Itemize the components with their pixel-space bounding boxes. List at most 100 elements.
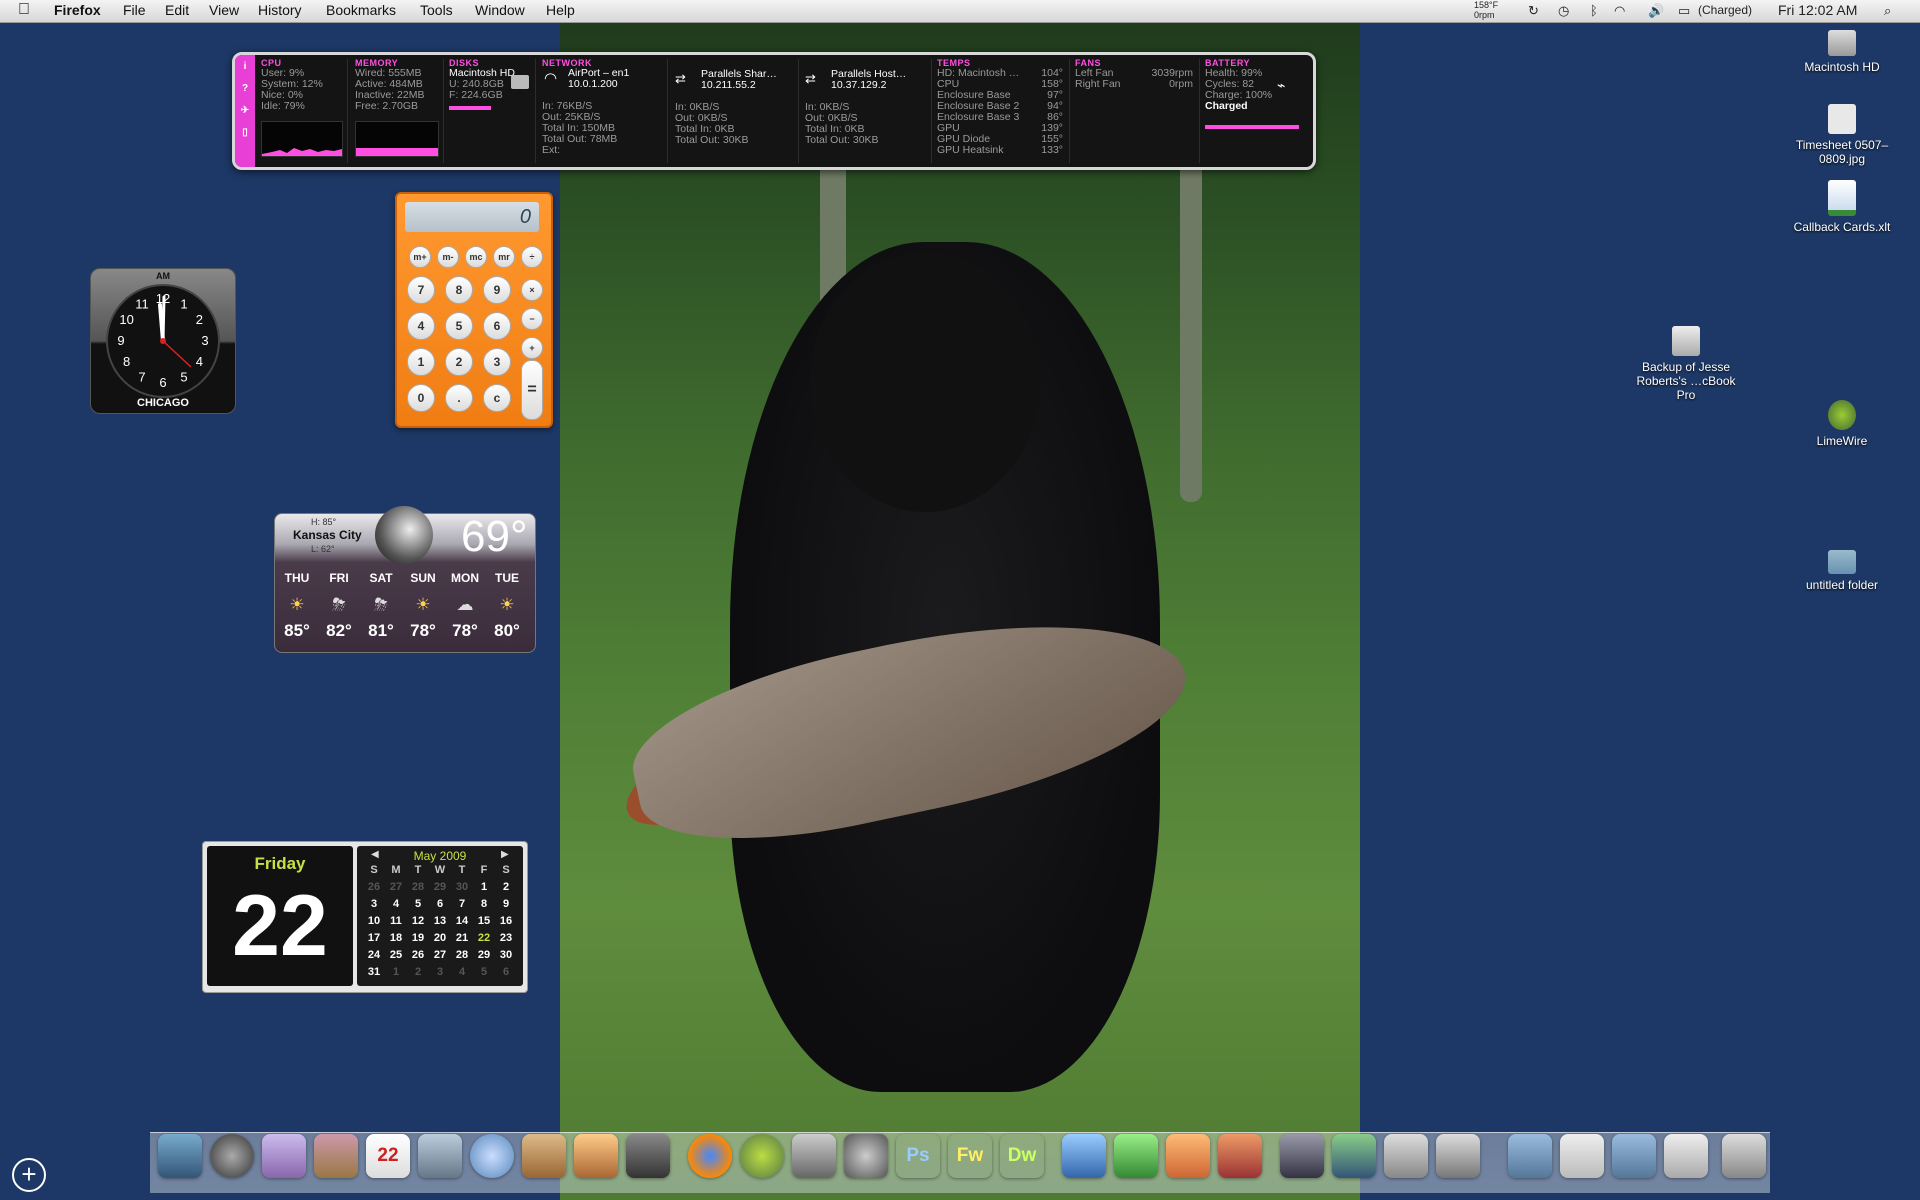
apple-menu-icon[interactable]:  xyxy=(18,1,30,19)
calendar-date[interactable]: 1 xyxy=(385,966,407,978)
menu-help[interactable]: Help xyxy=(546,2,575,18)
key-2[interactable]: 2 xyxy=(445,348,473,376)
istat-tabs[interactable]: i ? ✈ ▯ xyxy=(235,55,255,167)
menu-history[interactable]: History xyxy=(258,2,302,18)
dock-dreamweaver-icon[interactable]: Dw xyxy=(1000,1134,1044,1178)
calendar-date[interactable]: 5 xyxy=(407,898,429,910)
dock-preview-icon[interactable] xyxy=(418,1134,462,1178)
calendar-date[interactable]: 5 xyxy=(473,966,495,978)
desktop-icon-macintosh-hd[interactable]: Macintosh HD xyxy=(1782,30,1902,74)
wifi-icon[interactable]: ◠ xyxy=(1614,3,1625,19)
key-1[interactable]: 1 xyxy=(407,348,435,376)
calendar-date[interactable]: 29 xyxy=(473,949,495,961)
desktop-icon-callback-cards[interactable]: Callback Cards.xlt xyxy=(1782,180,1902,234)
key-4[interactable]: 4 xyxy=(407,312,435,340)
dock-address-book-icon[interactable] xyxy=(314,1134,358,1178)
calendar-date[interactable]: 4 xyxy=(385,898,407,910)
calendar-date[interactable]: 15 xyxy=(473,915,495,927)
next-month-icon[interactable]: ▶ xyxy=(501,849,509,860)
calendar-date[interactable]: 2 xyxy=(495,881,517,893)
menu-bookmarks[interactable]: Bookmarks xyxy=(326,2,396,18)
menu-edit[interactable]: Edit xyxy=(165,2,189,18)
dock-dashboard-icon[interactable] xyxy=(210,1134,254,1178)
key-divide[interactable]: ÷ xyxy=(521,246,543,268)
dock-finder-icon[interactable] xyxy=(158,1134,202,1178)
calendar-date[interactable]: 26 xyxy=(363,881,385,893)
key-m-plus[interactable]: m+ xyxy=(409,246,431,268)
sync-icon[interactable]: ↻ xyxy=(1528,3,1539,19)
dock-entourage-icon[interactable] xyxy=(262,1134,306,1178)
calendar-date[interactable]: 3 xyxy=(363,898,385,910)
calendar-month-panel[interactable]: ◀ May 2009 ▶ S M T W T F S 26 27 28 29 30 1 2 3 4 5 6 7 8 9 1… xyxy=(357,846,523,986)
dock-itunes-icon[interactable] xyxy=(470,1134,514,1178)
dock-word-icon[interactable] xyxy=(1062,1134,1106,1178)
calendar-date[interactable]: 23 xyxy=(495,932,517,944)
key-minus[interactable]: − xyxy=(521,308,543,330)
istat-widget[interactable]: i ? ✈ ▯ CPU User: 9% System: 12% Nice: 0… xyxy=(232,52,1316,170)
dock-trash-icon[interactable] xyxy=(1722,1134,1766,1178)
bluetooth-icon[interactable]: ᛒ xyxy=(1590,3,1598,18)
key-5[interactable]: 5 xyxy=(445,312,473,340)
calendar-date[interactable]: 27 xyxy=(385,881,407,893)
istat-menu-temp[interactable]: 158°F 0rpm xyxy=(1474,0,1498,20)
dock-spaces-icon[interactable] xyxy=(792,1134,836,1178)
dock-iphoto-icon[interactable] xyxy=(522,1134,566,1178)
key-multiply[interactable]: × xyxy=(521,279,543,301)
time-machine-icon[interactable]: ◷ xyxy=(1558,3,1569,19)
menu-tools[interactable]: Tools xyxy=(420,2,453,18)
calendar-date[interactable]: 14 xyxy=(451,915,473,927)
calendar-date[interactable]: 27 xyxy=(429,949,451,961)
desktop-icon-backup[interactable]: Backup of Jesse Roberts's …cBook Pro xyxy=(1626,326,1746,402)
battery-icon[interactable]: ▭ xyxy=(1678,3,1690,19)
dock-downloads-stack-icon[interactable] xyxy=(1664,1134,1708,1178)
key-equals[interactable]: = xyxy=(521,360,543,420)
calendar-widget[interactable]: Friday 22 ◀ May 2009 ▶ S M T W T F S 26 27 28 29 30… xyxy=(202,841,528,993)
desktop-icon-limewire[interactable]: LimeWire xyxy=(1782,400,1902,448)
key-8[interactable]: 8 xyxy=(445,276,473,304)
dock-applications-folder-icon[interactable] xyxy=(1508,1134,1552,1178)
dock-limewire-icon[interactable] xyxy=(740,1134,784,1178)
dock-powerpoint-icon[interactable] xyxy=(1166,1134,1210,1178)
dock-system-preferences-icon[interactable] xyxy=(844,1134,888,1178)
key-mc[interactable]: mc xyxy=(465,246,487,268)
dock-fireworks-icon[interactable]: Fw xyxy=(948,1134,992,1178)
menubar-clock[interactable]: Fri 12:02 AM xyxy=(1778,2,1857,18)
key-m-minus[interactable]: m- xyxy=(437,246,459,268)
dock-photoshop-icon[interactable]: Ps xyxy=(896,1134,940,1178)
dock-grapher-icon[interactable] xyxy=(1332,1134,1376,1178)
dock-script-editor-icon[interactable] xyxy=(1280,1134,1324,1178)
dock-firefox-icon[interactable] xyxy=(688,1134,732,1178)
calendar-date[interactable]: 18 xyxy=(385,932,407,944)
calendar-date[interactable]: 22 xyxy=(473,932,495,944)
add-widget-button[interactable]: + xyxy=(12,1158,46,1192)
dock-document-stack-icon[interactable] xyxy=(1560,1134,1604,1178)
dock-keynote-icon[interactable] xyxy=(1218,1134,1262,1178)
key-clear[interactable]: c xyxy=(483,384,511,412)
help-icon[interactable]: ? xyxy=(235,83,255,99)
calendar-date[interactable]: 1 xyxy=(473,881,495,893)
dock-scanner-icon[interactable] xyxy=(1436,1134,1480,1178)
calendar-day-panel[interactable]: Friday 22 xyxy=(207,846,353,986)
dock-ical-icon[interactable]: 22 xyxy=(366,1134,410,1178)
calendar-date[interactable]: 8 xyxy=(473,898,495,910)
calendar-date[interactable]: 24 xyxy=(363,949,385,961)
calendar-date[interactable]: 25 xyxy=(385,949,407,961)
calendar-date[interactable]: 30 xyxy=(495,949,517,961)
calendar-date[interactable]: 6 xyxy=(495,966,517,978)
calendar-date[interactable]: 30 xyxy=(451,881,473,893)
menu-view[interactable]: View xyxy=(209,2,239,18)
calendar-date[interactable]: 19 xyxy=(407,932,429,944)
volume-icon[interactable]: 🔊 xyxy=(1648,3,1664,19)
key-0[interactable]: 0 xyxy=(407,384,435,412)
desktop-icon-timesheet[interactable]: Timesheet 0507–0809.jpg xyxy=(1782,104,1902,166)
calendar-date[interactable]: 2 xyxy=(407,966,429,978)
calculator-widget[interactable]: 0 m+ m- mc mr ÷ 7 8 9 × 4 5 6 − 1 2 3 + … xyxy=(395,192,553,428)
calendar-date[interactable]: 12 xyxy=(407,915,429,927)
info-icon[interactable]: i xyxy=(235,61,255,77)
settings-icon[interactable]: ✈ xyxy=(235,105,255,121)
spotlight-icon[interactable]: ⌕ xyxy=(1884,3,1891,19)
menu-app-name[interactable]: Firefox xyxy=(54,2,101,18)
calendar-date[interactable]: 11 xyxy=(385,915,407,927)
calendar-date[interactable]: 13 xyxy=(429,915,451,927)
key-decimal[interactable]: . xyxy=(445,384,473,412)
